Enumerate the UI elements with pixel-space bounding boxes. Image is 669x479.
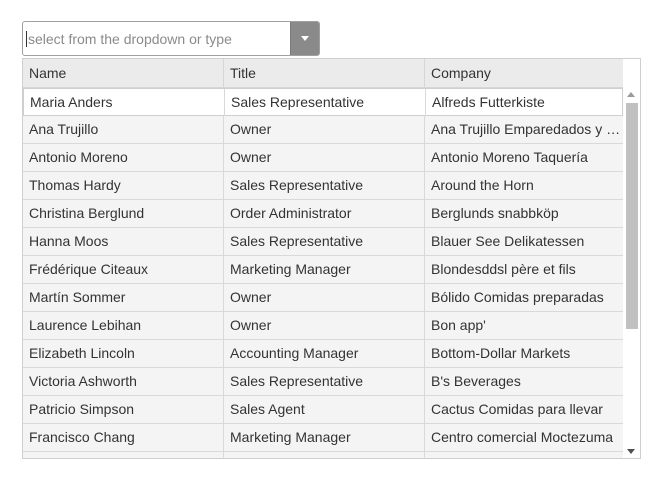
cell-name: Maria Anders: [24, 89, 225, 116]
vertical-scrollbar[interactable]: [623, 88, 640, 458]
cell-company: Blauer See Delikatessen: [431, 233, 585, 249]
grid-rows: Maria Anders Sales Representative Alfreds …: [23, 88, 623, 458]
cell-name: Francisco Chang: [23, 424, 224, 451]
cell-title: Sales Representative: [224, 172, 425, 199]
cell-title: Sales Representative: [224, 368, 425, 395]
dropdown-grid-popup: Name Title Company Maria Anders Sales Rep…: [22, 58, 641, 459]
table-row[interactable]: Victoria Ashworth Sales Representative B's…: [23, 368, 623, 396]
cell-title: Owner: [224, 452, 425, 458]
cell-company: Bólido Comidas preparadas: [431, 289, 604, 305]
cell-title: Sales Agent: [224, 396, 425, 423]
cell-name: Christina Berglund: [23, 200, 224, 227]
table-row[interactable]: Francisco Chang Marketing Manager Centro c…: [23, 424, 623, 452]
scroll-down-arrow-icon[interactable]: [627, 449, 635, 454]
cell-company: Bottom-Dollar Markets: [431, 345, 571, 361]
table-row[interactable]: Yang WangOwnerChop-suey Chinese: [23, 452, 623, 458]
cell-title: Order Administrator: [224, 200, 425, 227]
cell-company: Blondesddsl père et fils: [431, 261, 576, 277]
cell-company: Bon app': [431, 317, 486, 333]
text-cursor: [26, 31, 27, 47]
cell-name: Laurence Lebihan: [23, 312, 224, 339]
column-header-title[interactable]: Title: [224, 59, 425, 87]
table-row[interactable]: Elizabeth Lincoln Accounting Manager Botto…: [23, 340, 623, 368]
cell-title: Owner: [224, 116, 425, 143]
cell-company: Antonio Moreno Taquería: [431, 149, 588, 165]
cell-name: Ana Trujillo: [23, 116, 224, 143]
cell-company: Around the Horn: [431, 177, 534, 193]
cell-company: Berglunds snabbköp: [431, 205, 559, 221]
table-row[interactable]: Frédérique Citeaux Marketing Manager Blond…: [23, 256, 623, 284]
column-header-company[interactable]: Company: [425, 59, 623, 87]
table-row[interactable]: Martín Sommer Owner Bólido Comidas prepara…: [23, 284, 623, 312]
combobox[interactable]: [22, 21, 320, 56]
scrollbar-thumb[interactable]: [626, 103, 638, 329]
table-row[interactable]: Antonio Moreno Owner Antonio Moreno Taquer…: [23, 144, 623, 172]
cell-company: Centro comercial Moctezuma: [431, 429, 614, 445]
cell-title: Owner: [224, 312, 425, 339]
cell-name: Frédérique Citeaux: [23, 256, 224, 283]
table-row[interactable]: Ana Trujillo Owner Ana Trujillo Emparedado…: [23, 116, 623, 144]
cell-title: Sales Representative: [224, 228, 425, 255]
cell-company: Chop-suey Chinese: [425, 452, 623, 458]
cell-name: Victoria Ashworth: [23, 368, 224, 395]
cell-company: B's Beverages: [431, 373, 521, 389]
cell-company: Cactus Comidas para llevar: [431, 401, 603, 417]
cell-name: Yang Wang: [23, 452, 224, 458]
cell-title: Owner: [224, 144, 425, 171]
cell-title: Accounting Manager: [224, 340, 425, 367]
table-row[interactable]: Patricio Simpson Sales Agent Cactus Comida…: [23, 396, 623, 424]
cell-name: Patricio Simpson: [23, 396, 224, 423]
cell-title: Owner: [224, 284, 425, 311]
cell-title: Sales Representative: [225, 89, 426, 116]
table-row[interactable]: Christina Berglund Order Administrator Ber…: [23, 200, 623, 228]
cell-name: Hanna Moos: [23, 228, 224, 255]
scroll-up-arrow-icon[interactable]: [627, 92, 635, 97]
column-header-name[interactable]: Name: [23, 59, 224, 87]
combobox-input[interactable]: [26, 23, 292, 54]
dropdown-toggle-button[interactable]: [290, 22, 319, 55]
table-row[interactable]: Hanna Moos Sales Representative Blauer See…: [23, 228, 623, 256]
table-row[interactable]: Thomas Hardy Sales Representative Around t…: [23, 172, 623, 200]
cell-name: Martín Sommer: [23, 284, 224, 311]
triangle-down-icon: [301, 36, 309, 41]
table-row[interactable]: Maria Anders Sales Representative Alfreds …: [23, 88, 623, 116]
table-row[interactable]: Laurence Lebihan Owner Bon app': [23, 312, 623, 340]
cell-title: Marketing Manager: [224, 256, 425, 283]
cell-name: Elizabeth Lincoln: [23, 340, 224, 367]
cell-company: Alfreds Futterkiste: [432, 94, 545, 110]
grid-header: Name Title Company: [23, 59, 623, 88]
cell-name: Antonio Moreno: [23, 144, 224, 171]
cell-title: Marketing Manager: [224, 424, 425, 451]
cell-company: Ana Trujillo Emparedados y helados: [431, 121, 623, 137]
cell-name: Thomas Hardy: [23, 172, 224, 199]
